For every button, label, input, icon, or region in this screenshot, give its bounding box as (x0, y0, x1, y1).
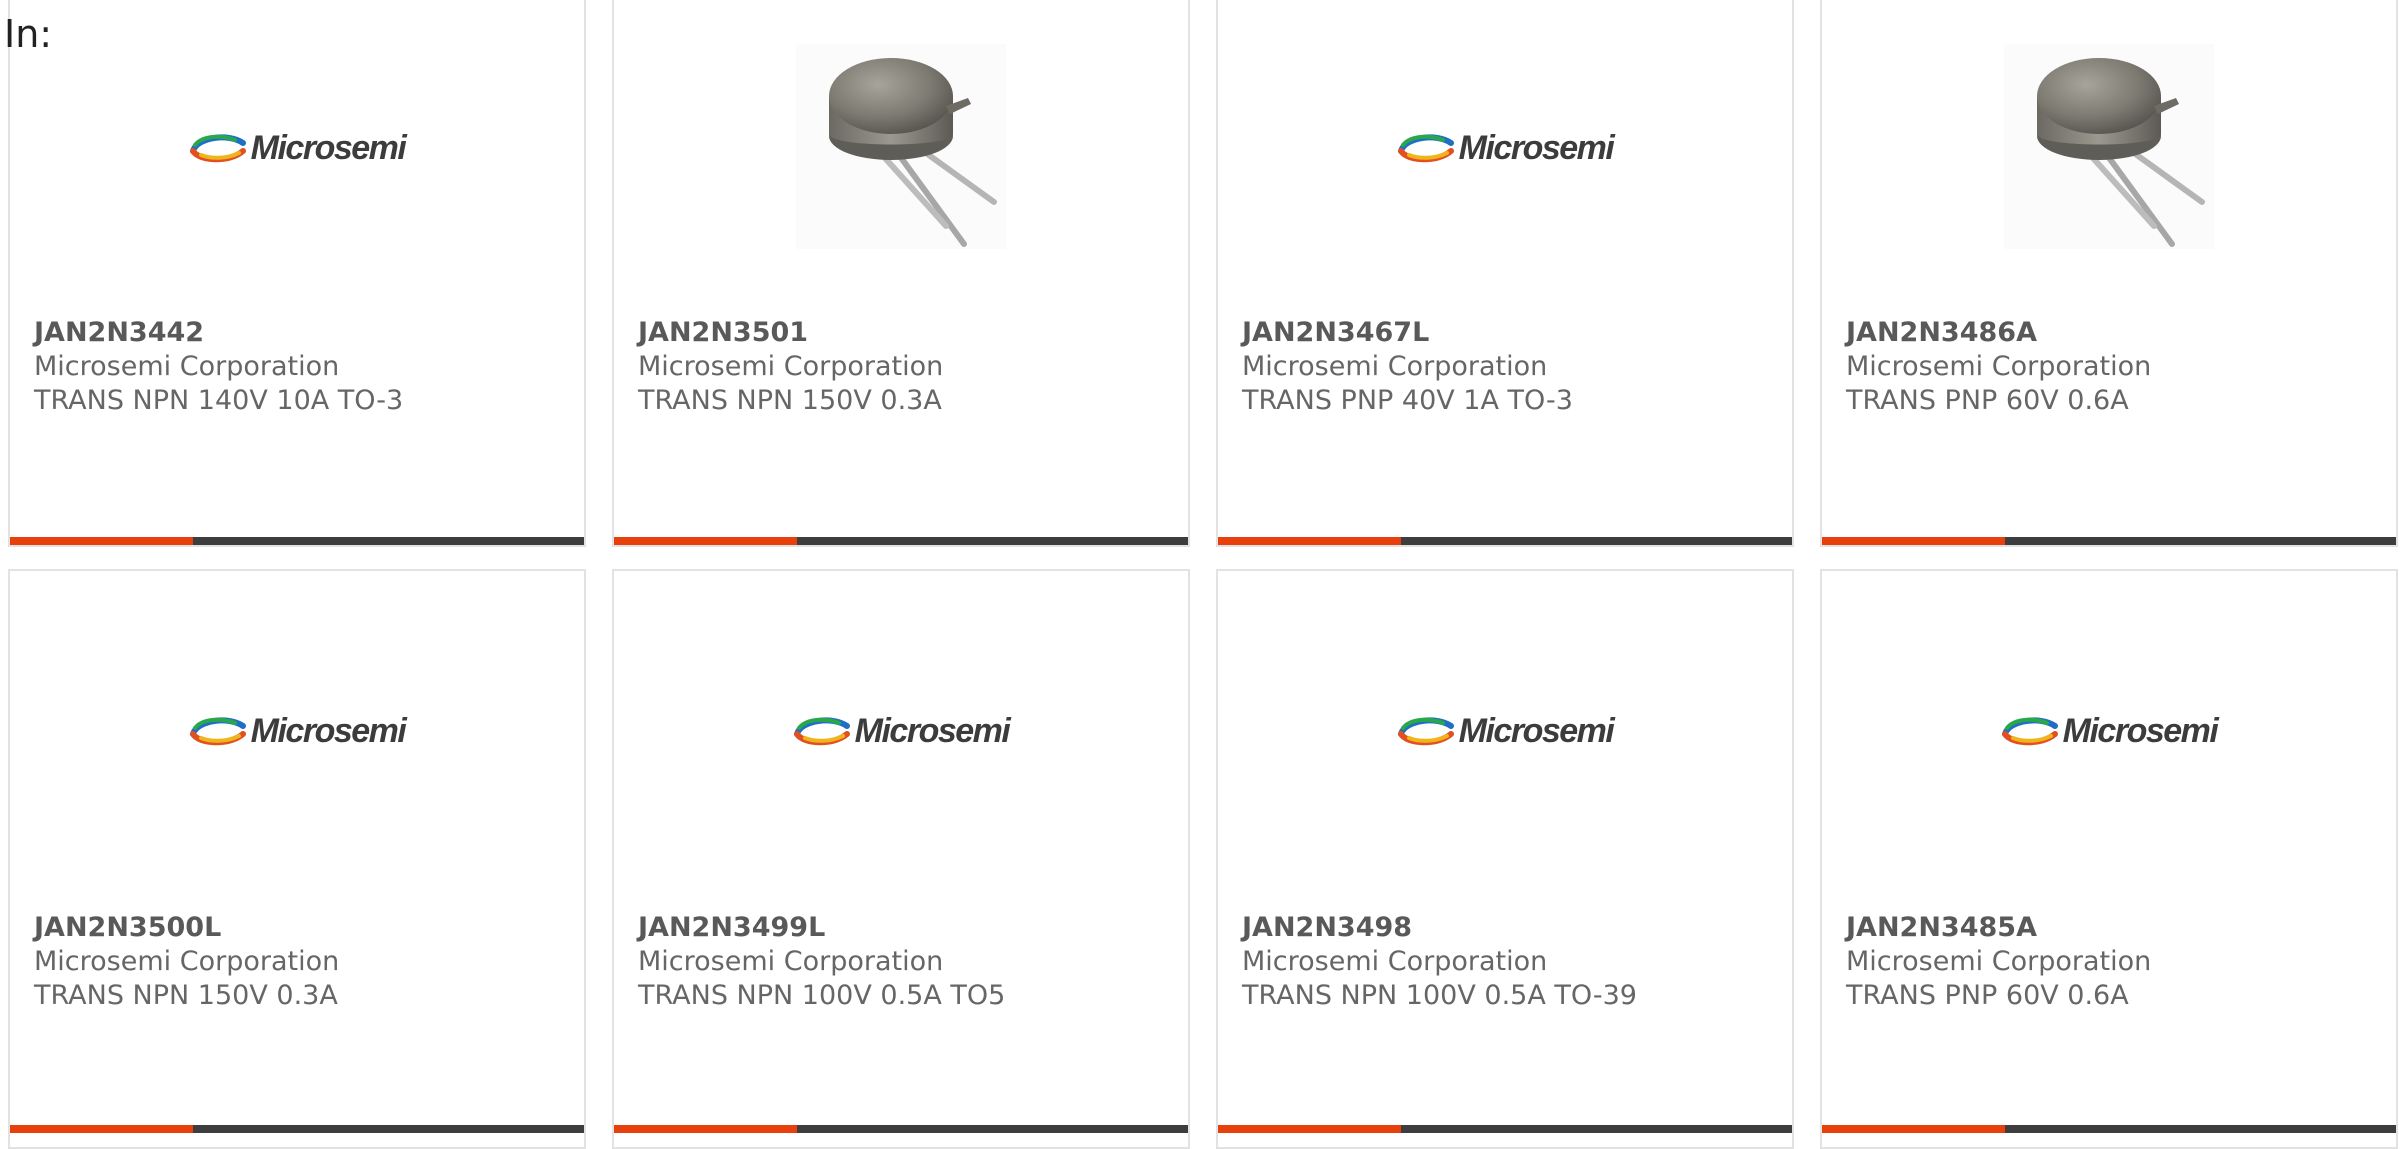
transistor-image (2004, 43, 2214, 253)
card-bar (614, 537, 1188, 545)
product-card[interactable]: Microsemi JAN2N3499L Microsemi Corporati… (612, 569, 1190, 1149)
manufacturer: Microsemi Corporation (1242, 946, 1548, 977)
part-number[interactable]: JAN2N3501 (638, 316, 1172, 350)
manufacturer: Microsemi Corporation (638, 946, 944, 977)
card-bar-accent (10, 537, 193, 545)
microsemi-logo-text: Microsemi (250, 711, 407, 750)
card-bar (1218, 537, 1792, 545)
microsemi-swirl-icon (189, 134, 246, 163)
microsemi-swirl-icon (189, 717, 246, 746)
manufacturer: Microsemi Corporation (1242, 351, 1548, 382)
microsemi-logo: Microsemi (189, 711, 407, 751)
microsemi-swirl-icon (793, 717, 850, 746)
microsemi-logo: Microsemi (2001, 711, 2219, 751)
description: TRANS NPN 150V 0.3A (34, 980, 338, 1011)
microsemi-logo-text: Microsemi (2062, 711, 2219, 750)
product-card[interactable]: Microsemi JAN2N3500L Microsemi Corporati… (8, 569, 586, 1149)
microsemi-logo: Microsemi (189, 128, 407, 168)
filter-prefix-label: In: (4, 12, 53, 56)
description: TRANS PNP 60V 0.6A (1846, 385, 2129, 416)
microsemi-logo: Microsemi (793, 711, 1011, 751)
part-number[interactable]: JAN2N3500L (34, 911, 568, 945)
description: TRANS NPN 100V 0.5A TO-39 (1242, 980, 1637, 1011)
product-card[interactable]: Microsemi JAN2N3442 Microsemi Corporatio… (8, 0, 586, 547)
microsemi-logo: Microsemi (1397, 128, 1615, 168)
description: TRANS NPN 100V 0.5A TO5 (638, 980, 1006, 1011)
product-image: Microsemi (614, 621, 1188, 841)
microsemi-swirl-icon (1397, 134, 1454, 163)
product-image: Microsemi (10, 38, 584, 258)
description: TRANS PNP 40V 1A TO-3 (1242, 385, 1573, 416)
microsemi-swirl-icon (2001, 717, 2058, 746)
product-card[interactable]: JAN2N3486A Microsemi Corporation TRANS P… (1820, 0, 2398, 547)
part-number[interactable]: JAN2N3486A (1846, 316, 2380, 350)
product-card[interactable]: Microsemi JAN2N3485A Microsemi Corporati… (1820, 569, 2398, 1149)
product-grid: Microsemi JAN2N3442 Microsemi Corporatio… (0, 0, 2400, 1149)
microsemi-logo-text: Microsemi (1458, 128, 1615, 167)
description: TRANS NPN 150V 0.3A (638, 385, 942, 416)
product-image (614, 38, 1188, 258)
part-number[interactable]: JAN2N3442 (34, 316, 568, 350)
part-number[interactable]: JAN2N3467L (1242, 316, 1776, 350)
manufacturer: Microsemi Corporation (1846, 946, 2152, 977)
microsemi-logo-text: Microsemi (1458, 711, 1615, 750)
product-image: Microsemi (1822, 621, 2396, 841)
card-bar (10, 537, 584, 545)
to-can-transistor-icon (796, 43, 1006, 249)
microsemi-logo: Microsemi (1397, 711, 1615, 751)
description: TRANS PNP 60V 0.6A (1846, 980, 2129, 1011)
card-bar-accent (614, 537, 797, 545)
manufacturer: Microsemi Corporation (638, 351, 944, 382)
product-image (1822, 38, 2396, 258)
product-image: Microsemi (10, 621, 584, 841)
product-card[interactable]: Microsemi JAN2N3467L Microsemi Corporati… (1216, 0, 1794, 547)
microsemi-swirl-icon (1397, 717, 1454, 746)
microsemi-logo-text: Microsemi (854, 711, 1011, 750)
microsemi-logo-text: Microsemi (250, 128, 407, 167)
product-card[interactable]: JAN2N3501 Microsemi Corporation TRANS NP… (612, 0, 1190, 547)
transistor-image (796, 43, 1006, 253)
product-card[interactable]: Microsemi JAN2N3498 Microsemi Corporatio… (1216, 569, 1794, 1149)
part-number[interactable]: JAN2N3498 (1242, 911, 1776, 945)
part-number[interactable]: JAN2N3499L (638, 911, 1172, 945)
card-bar-accent (1822, 537, 2005, 545)
manufacturer: Microsemi Corporation (1846, 351, 2152, 382)
part-number[interactable]: JAN2N3485A (1846, 911, 2380, 945)
product-image: Microsemi (1218, 38, 1792, 258)
to-can-transistor-icon (2004, 43, 2214, 249)
card-bar (1822, 537, 2396, 545)
card-bar-accent (1218, 537, 1401, 545)
description: TRANS NPN 140V 10A TO-3 (34, 385, 404, 416)
manufacturer: Microsemi Corporation (34, 351, 340, 382)
manufacturer: Microsemi Corporation (34, 946, 340, 977)
product-image: Microsemi (1218, 621, 1792, 841)
